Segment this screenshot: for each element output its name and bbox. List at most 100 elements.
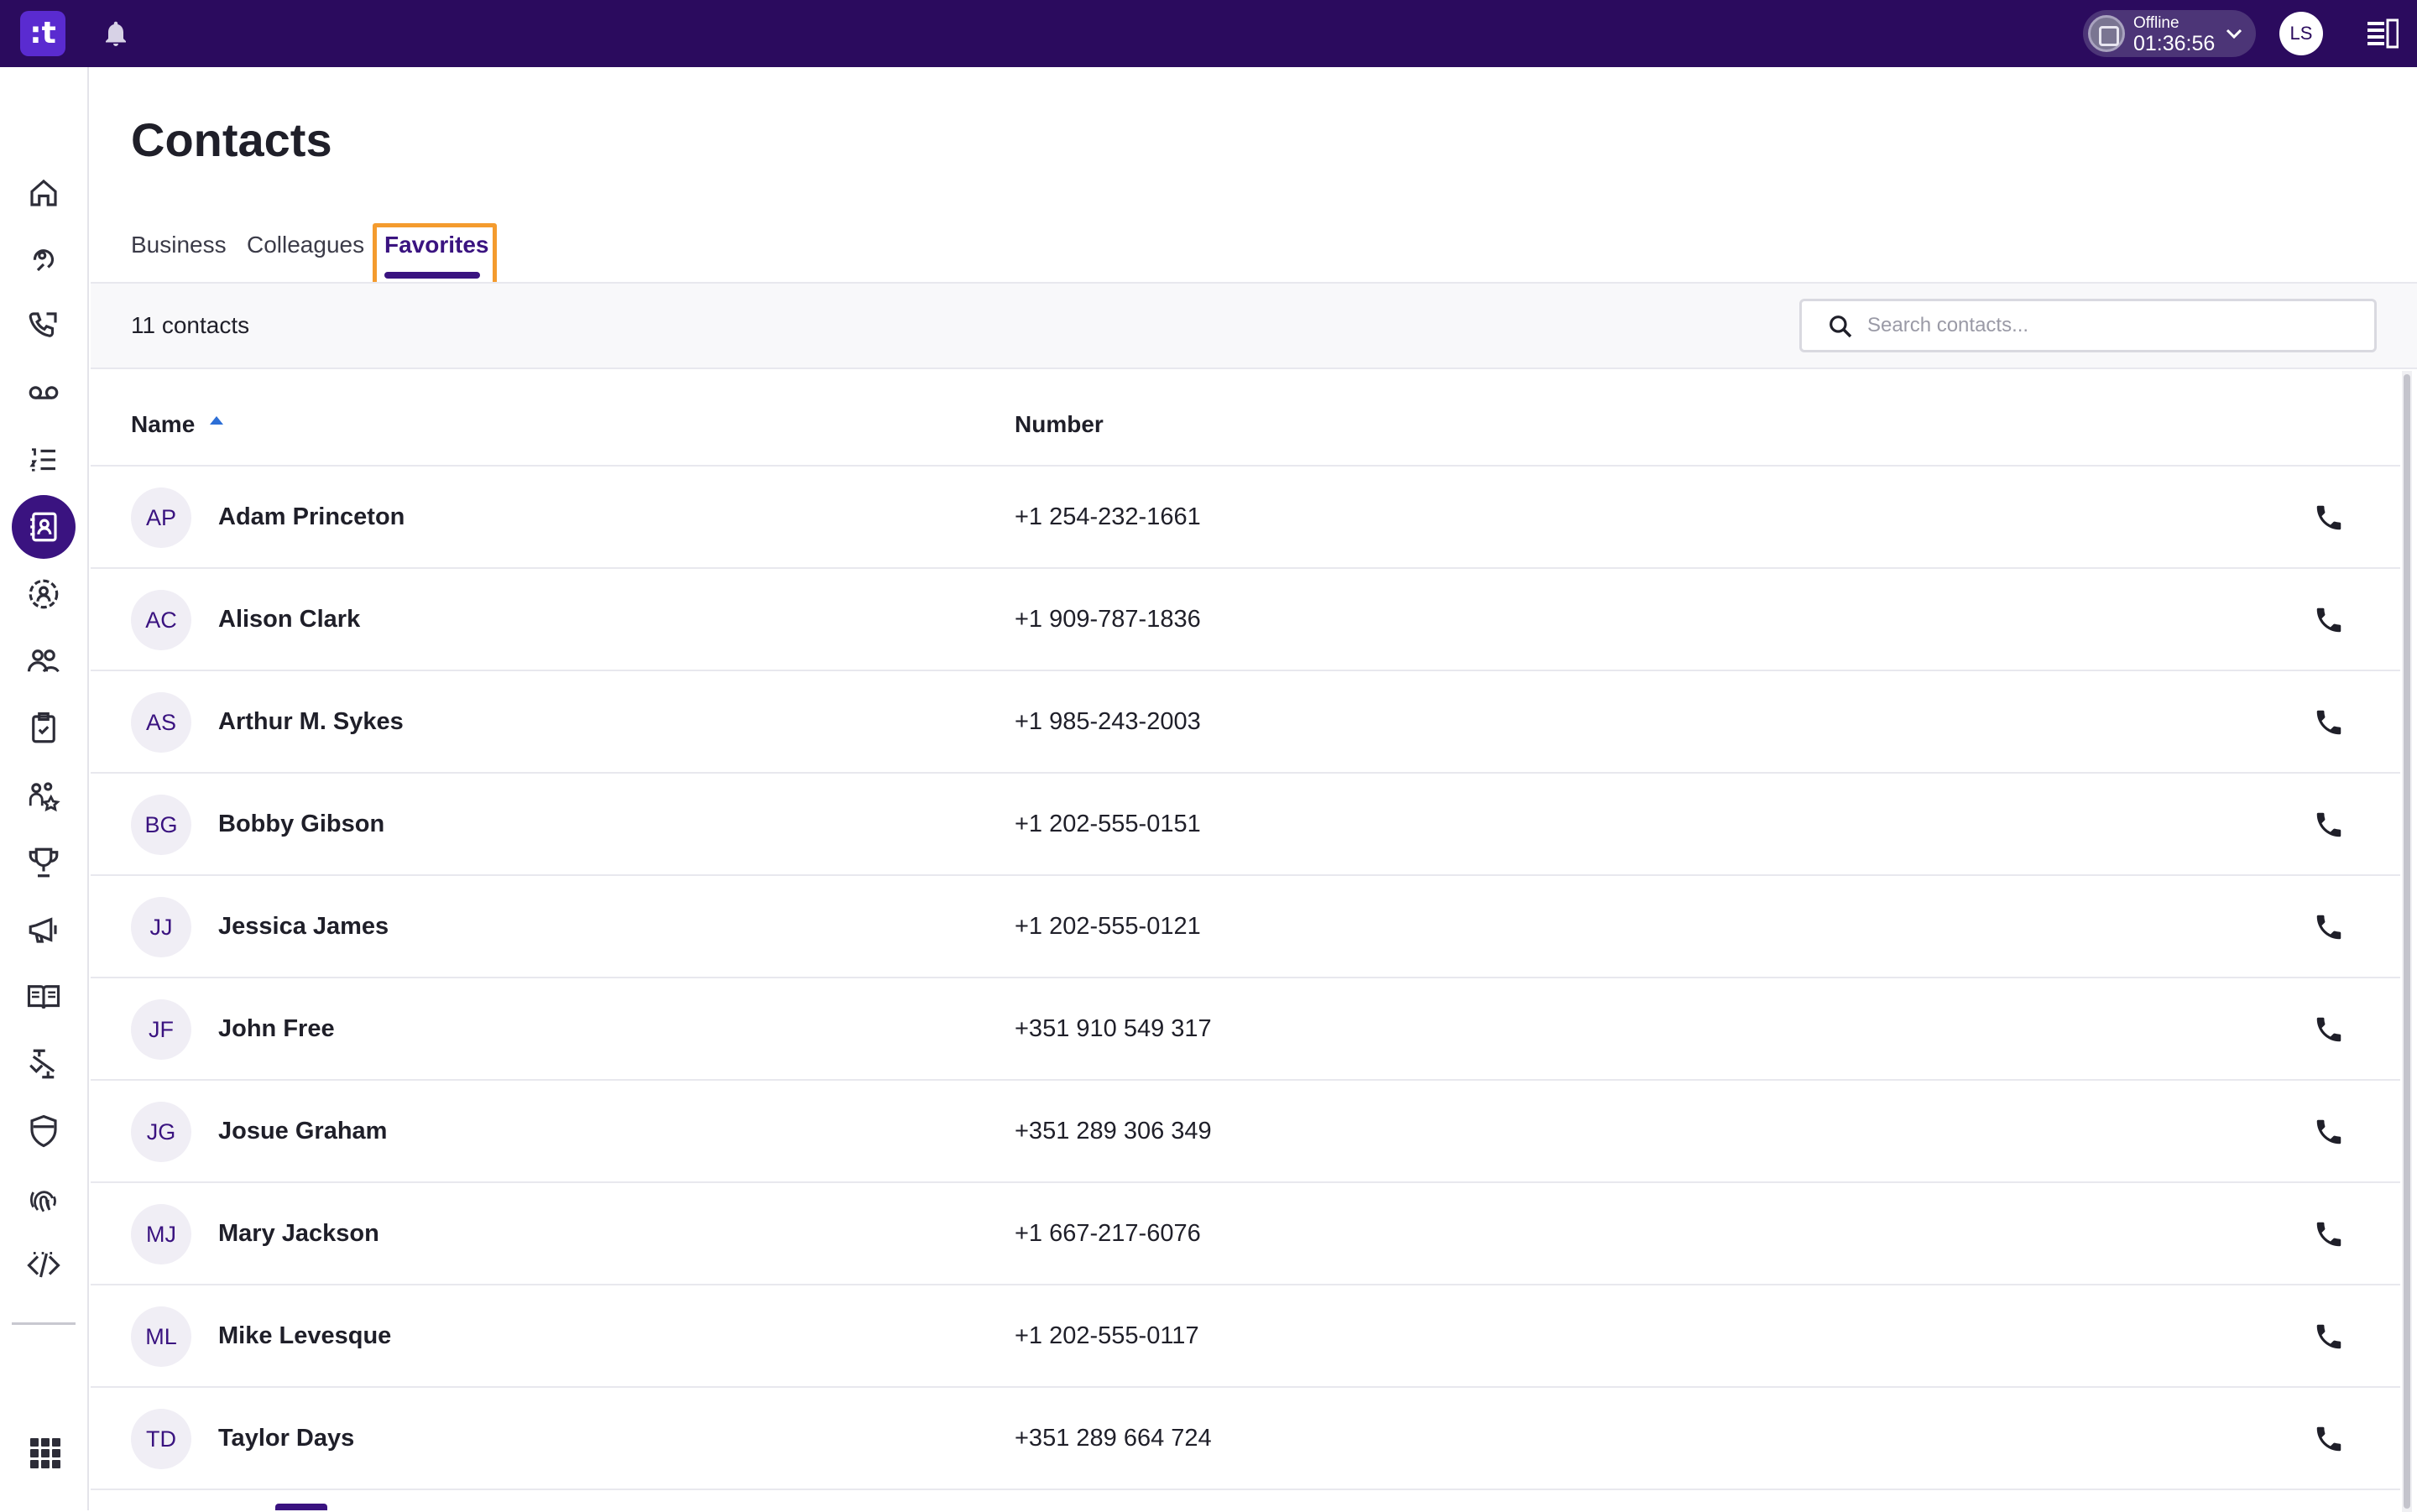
offline-status-icon <box>2088 15 2125 52</box>
table-row[interactable]: AS Arthur M. Sykes +1 985-243-2003 <box>91 671 2400 774</box>
table-row[interactable]: AC Alison Clark +1 909-787-1836 <box>91 569 2400 671</box>
avatar: AP <box>131 487 191 548</box>
nav-contacts[interactable] <box>12 495 76 559</box>
table-row[interactable]: JF John Free +351 910 549 317 <box>91 978 2400 1081</box>
agent-status-selector[interactable]: Offline 01:36:56 <box>2083 10 2256 57</box>
security-shield-icon <box>30 1114 57 1148</box>
nav-call-history[interactable] <box>12 294 76 357</box>
app-logo[interactable]: :t <box>20 11 65 56</box>
contact-name: Adam Princeton <box>218 503 405 530</box>
column-header-name[interactable]: Name <box>131 411 195 438</box>
nav-tasks[interactable] <box>12 696 76 760</box>
avatar: MJ <box>131 1204 191 1264</box>
status-timer: 01:36:56 <box>2133 32 2216 55</box>
nav-knowledge[interactable] <box>12 965 76 1029</box>
sidebar-divider <box>12 1322 76 1325</box>
nav-campaigns[interactable] <box>12 898 76 962</box>
side-panel-toggle-icon[interactable] <box>2367 18 2399 49</box>
avatar: AS <box>131 692 191 753</box>
contact-name: Mike Levesque <box>218 1322 392 1349</box>
avatar: JJ <box>131 897 191 957</box>
contact-center-icon <box>33 249 55 272</box>
contact-name: Mary Jackson <box>218 1220 379 1247</box>
avatar: BG <box>131 795 191 855</box>
table-header: Name Number <box>91 371 2400 467</box>
contact-name: Alison Clark <box>218 606 361 633</box>
contact-number: +351 289 664 724 <box>1015 1425 1212 1452</box>
contact-name: Arthur M. Sykes <box>218 708 404 735</box>
table-row[interactable]: AP Adam Princeton +1 254-232-1661 <box>91 467 2400 569</box>
table-row[interactable]: ML Mike Levesque +1 202-555-0117 <box>91 1285 2400 1388</box>
contact-name: Jessica James <box>218 913 389 940</box>
chevron-down-icon <box>2226 29 2242 39</box>
nav-agent-status[interactable] <box>12 562 76 626</box>
search-box[interactable] <box>1799 299 2377 352</box>
contacts-list: AP Adam Princeton +1 254-232-1661 AC Ali… <box>91 467 2400 1490</box>
tab-business[interactable]: Business <box>131 232 227 258</box>
user-avatar[interactable]: LS <box>2279 12 2323 55</box>
contacts-toolbar: 11 contacts <box>91 282 2417 369</box>
sort-ascending-icon[interactable] <box>208 414 225 426</box>
phone-icon[interactable] <box>2313 1218 2345 1250</box>
nav-biometrics[interactable] <box>12 1166 76 1230</box>
phone-icon[interactable] <box>2313 911 2345 943</box>
contact-number: +1 202-555-0151 <box>1015 811 1201 837</box>
nav-flows[interactable] <box>12 1032 76 1096</box>
column-header-number: Number <box>1015 411 1104 437</box>
flows-icon <box>29 1049 55 1079</box>
contact-number: +1 667-217-6076 <box>1015 1220 1201 1247</box>
nav-contact-center[interactable] <box>12 227 76 290</box>
table-row[interactable]: TD Taylor Days +351 289 664 724 <box>91 1388 2400 1490</box>
tab-colleagues[interactable]: Colleagues <box>247 232 364 258</box>
phone-icon[interactable] <box>2313 1116 2345 1148</box>
phone-icon[interactable] <box>2313 502 2345 534</box>
avatar: AC <box>131 590 191 650</box>
scrollbar-thumb[interactable] <box>2404 374 2410 1509</box>
nav-achievements[interactable] <box>12 831 76 894</box>
nav-security[interactable] <box>12 1099 76 1163</box>
fingerprint-icon <box>30 1191 56 1212</box>
nav-voicemail[interactable] <box>12 361 76 425</box>
avatar: JG <box>131 1102 191 1162</box>
status-label: Offline <box>2133 14 2179 32</box>
phone-icon[interactable] <box>2313 604 2345 636</box>
contact-number: +1 909-787-1836 <box>1015 606 1201 633</box>
nav-activity[interactable] <box>12 428 76 492</box>
nav-team-skills[interactable] <box>12 764 76 827</box>
contact-number: +351 289 306 349 <box>1015 1118 1212 1144</box>
contact-name: Josue Graham <box>218 1118 388 1144</box>
avatar: TD <box>131 1409 191 1469</box>
contact-name: John Free <box>218 1015 335 1042</box>
tasks-clipboard-icon <box>32 712 55 743</box>
trophy-icon <box>29 847 59 878</box>
phone-icon[interactable] <box>2313 706 2345 738</box>
table-row[interactable]: BG Bobby Gibson +1 202-555-0151 <box>91 774 2400 876</box>
phone-icon[interactable] <box>2313 809 2345 841</box>
phone-icon[interactable] <box>2313 1321 2345 1353</box>
call-history-icon <box>29 312 57 337</box>
more-nav-button[interactable]: ... <box>12 1233 76 1284</box>
contact-name: Taylor Days <box>218 1425 355 1452</box>
nav-home[interactable] <box>12 161 76 225</box>
table-row[interactable]: MJ Mary Jackson +1 667-217-6076 <box>91 1183 2400 1285</box>
activity-list-icon <box>29 448 55 472</box>
voicemail-icon <box>29 386 59 399</box>
contacts-count: 11 contacts <box>131 312 250 338</box>
top-bar: :t Offline 01:36:56 LS <box>0 0 2417 67</box>
contact-number: +1 202-555-0121 <box>1015 913 1201 940</box>
agent-status-icon <box>29 579 59 609</box>
sidebar: ... <box>0 67 89 1510</box>
page-title: Contacts <box>131 113 332 166</box>
bell-icon[interactable] <box>101 18 131 49</box>
search-input[interactable] <box>1867 301 2354 350</box>
avatar: ML <box>131 1306 191 1367</box>
contact-number: +1 254-232-1661 <box>1015 503 1201 530</box>
table-row[interactable]: JG Josue Graham +351 289 306 349 <box>91 1081 2400 1183</box>
table-row[interactable]: JJ Jessica James +1 202-555-0121 <box>91 876 2400 978</box>
knowledge-book-icon <box>27 985 60 1009</box>
apps-grid-icon[interactable] <box>30 1438 60 1468</box>
nav-teams[interactable] <box>12 629 76 693</box>
phone-icon[interactable] <box>2313 1014 2345 1045</box>
contact-number: +1 202-555-0117 <box>1015 1322 1199 1349</box>
phone-icon[interactable] <box>2313 1423 2345 1455</box>
